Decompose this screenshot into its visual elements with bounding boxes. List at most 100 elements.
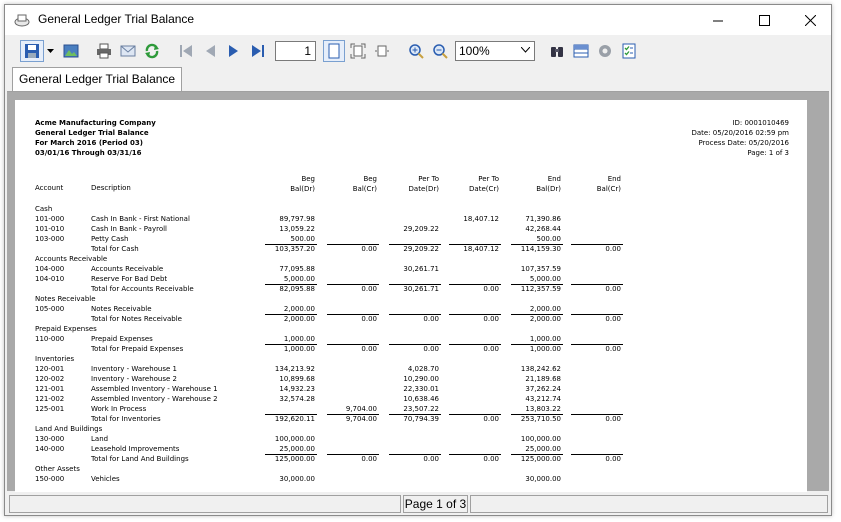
last-page-button[interactable] xyxy=(247,40,269,62)
amount-cell: 42,268.44 xyxy=(525,225,561,233)
amount-cell: 100,000.00 xyxy=(274,435,315,443)
amount-cell: 10,290.00 xyxy=(403,375,439,383)
account-description: Assembled Inventory - Warehouse 2 xyxy=(91,395,218,403)
account-description: Notes Receivable xyxy=(91,305,152,313)
fit-width-button[interactable] xyxy=(371,40,393,62)
amount-cell: 14,932.23 xyxy=(279,385,315,393)
amount-cell: 0.00 xyxy=(483,345,499,353)
amount-cell: 0.00 xyxy=(483,315,499,323)
amount-cell: 23,507.22 xyxy=(403,405,439,413)
group-label: Inventories xyxy=(35,355,75,363)
amount-cell: 30,261.71 xyxy=(403,265,439,273)
account-number: 150-000 xyxy=(35,475,65,483)
col-header-per-to-cr: Per To Date(Cr) xyxy=(439,174,499,194)
minimize-button[interactable] xyxy=(695,5,741,35)
amount-cell: 107,357.59 xyxy=(520,265,561,273)
col-header-line: Date(Cr) xyxy=(469,185,499,193)
zoom-in-button[interactable] xyxy=(405,40,427,62)
export-image-button[interactable] xyxy=(60,40,82,62)
chevron-down-icon xyxy=(46,48,54,53)
amount-cell: 0.00 xyxy=(483,455,499,463)
settings-button[interactable] xyxy=(594,40,616,62)
group-header-row: Land And Buildings xyxy=(15,424,807,434)
printer-icon xyxy=(97,43,111,59)
report-page-number: Page: 1 of 3 xyxy=(747,149,789,157)
col-header-line: Bal(Dr) xyxy=(536,185,561,193)
fit-width-icon xyxy=(375,45,389,57)
save-dropdown-button[interactable] xyxy=(45,40,55,62)
amount-cell: 138,242.62 xyxy=(520,365,561,373)
previous-page-button[interactable] xyxy=(199,40,221,62)
col-header-beg-cr: Beg Bal(Cr) xyxy=(317,174,377,194)
amount-cell: 22,330.01 xyxy=(403,385,439,393)
amount-cell: 10,899.68 xyxy=(279,375,315,383)
subtotal-rule xyxy=(449,314,501,315)
amount-cell: 29,209.22 xyxy=(403,245,439,253)
col-header-description: Description xyxy=(91,184,131,192)
page-view-button[interactable] xyxy=(323,40,345,62)
subtotal-rule xyxy=(265,414,317,415)
table-icon xyxy=(573,44,589,58)
amount-cell: 29,209.22 xyxy=(403,225,439,233)
amount-cell: 0.00 xyxy=(605,245,621,253)
account-description: Reserve For Bad Debt xyxy=(91,275,168,283)
account-row: 121-002 Assembled Inventory - Warehouse 2… xyxy=(15,394,807,404)
first-page-button[interactable] xyxy=(175,40,197,62)
account-description: Assembled Inventory - Warehouse 1 xyxy=(91,385,218,393)
amount-cell: 30,000.00 xyxy=(279,475,315,483)
account-description: Petty Cash xyxy=(91,235,129,243)
parameters-button[interactable] xyxy=(618,40,640,62)
account-description: Land xyxy=(91,435,109,443)
subtotal-rule xyxy=(449,414,501,415)
account-description: Inventory - Warehouse 2 xyxy=(91,375,177,383)
email-button[interactable] xyxy=(117,40,139,62)
account-row: 101-000 Cash In Bank - First National 89,7… xyxy=(15,214,807,224)
zoom-out-button[interactable] xyxy=(429,40,451,62)
first-page-icon xyxy=(180,45,192,57)
account-description: Accounts Receivable xyxy=(91,265,164,273)
amount-cell: 25,000.00 xyxy=(279,445,315,453)
maximize-button[interactable] xyxy=(741,5,787,35)
account-row: 120-002 Inventory - Warehouse 2 10,899.68 1… xyxy=(15,374,807,384)
title-bar: General Ledger Trial Balance xyxy=(5,5,831,35)
amount-cell: 13,059.22 xyxy=(279,225,315,233)
account-description: Total for Accounts Receivable xyxy=(91,285,194,293)
account-number: 104-000 xyxy=(35,265,65,273)
status-page-text: Page 1 of 3 xyxy=(403,495,468,513)
amount-cell: 13,803.22 xyxy=(525,405,561,413)
group-header-row: Cash xyxy=(15,204,807,214)
close-button[interactable] xyxy=(787,5,833,35)
page-number-input[interactable]: 1 xyxy=(275,41,316,61)
account-number: 140-000 xyxy=(35,445,65,453)
next-page-button[interactable] xyxy=(223,40,245,62)
col-header-line: End xyxy=(547,175,561,183)
amount-cell: 500.00 xyxy=(536,235,562,243)
subtotal-rule xyxy=(327,314,379,315)
account-row: 110-000 Prepaid Expenses 1,000.00 1,000.00 xyxy=(15,334,807,344)
refresh-button[interactable] xyxy=(141,40,163,62)
col-header-beg-dr: Beg Bal(Dr) xyxy=(255,174,315,194)
fit-page-button[interactable] xyxy=(347,40,369,62)
save-button[interactable] xyxy=(20,40,44,62)
col-header-account: Account xyxy=(35,184,64,192)
account-row: 104-000 Accounts Receivable 77,095.88 30,26… xyxy=(15,264,807,274)
amount-cell: 2,000.00 xyxy=(283,315,315,323)
account-row: 150-000 Vehicles 30,000.00 30,000.00 xyxy=(15,474,807,484)
account-number: 130-000 xyxy=(35,435,65,443)
amount-cell: 43,212.74 xyxy=(525,395,561,403)
zoom-select[interactable]: 100% xyxy=(455,41,535,61)
toolbar: 1 100% xyxy=(5,35,831,67)
report-viewport[interactable]: Acme Manufacturing Company General Ledge… xyxy=(7,91,829,492)
company-name: Acme Manufacturing Company xyxy=(35,119,156,127)
group-label: Prepaid Expenses xyxy=(35,325,97,333)
group-tree-button[interactable] xyxy=(570,40,592,62)
tab-report[interactable]: General Ledger Trial Balance xyxy=(12,67,183,91)
print-button[interactable] xyxy=(93,40,115,62)
amount-cell: 70,794.39 xyxy=(403,415,439,423)
account-row: 125-001 Work In Process 9,704.00 23,507.22 1… xyxy=(15,404,807,414)
find-button[interactable] xyxy=(546,40,568,62)
subtotal-rule xyxy=(511,284,563,285)
amount-cell: 77,095.88 xyxy=(279,265,315,273)
account-row: 103-000 Petty Cash 500.00 500.00 xyxy=(15,234,807,244)
amount-cell: 0.00 xyxy=(423,315,439,323)
